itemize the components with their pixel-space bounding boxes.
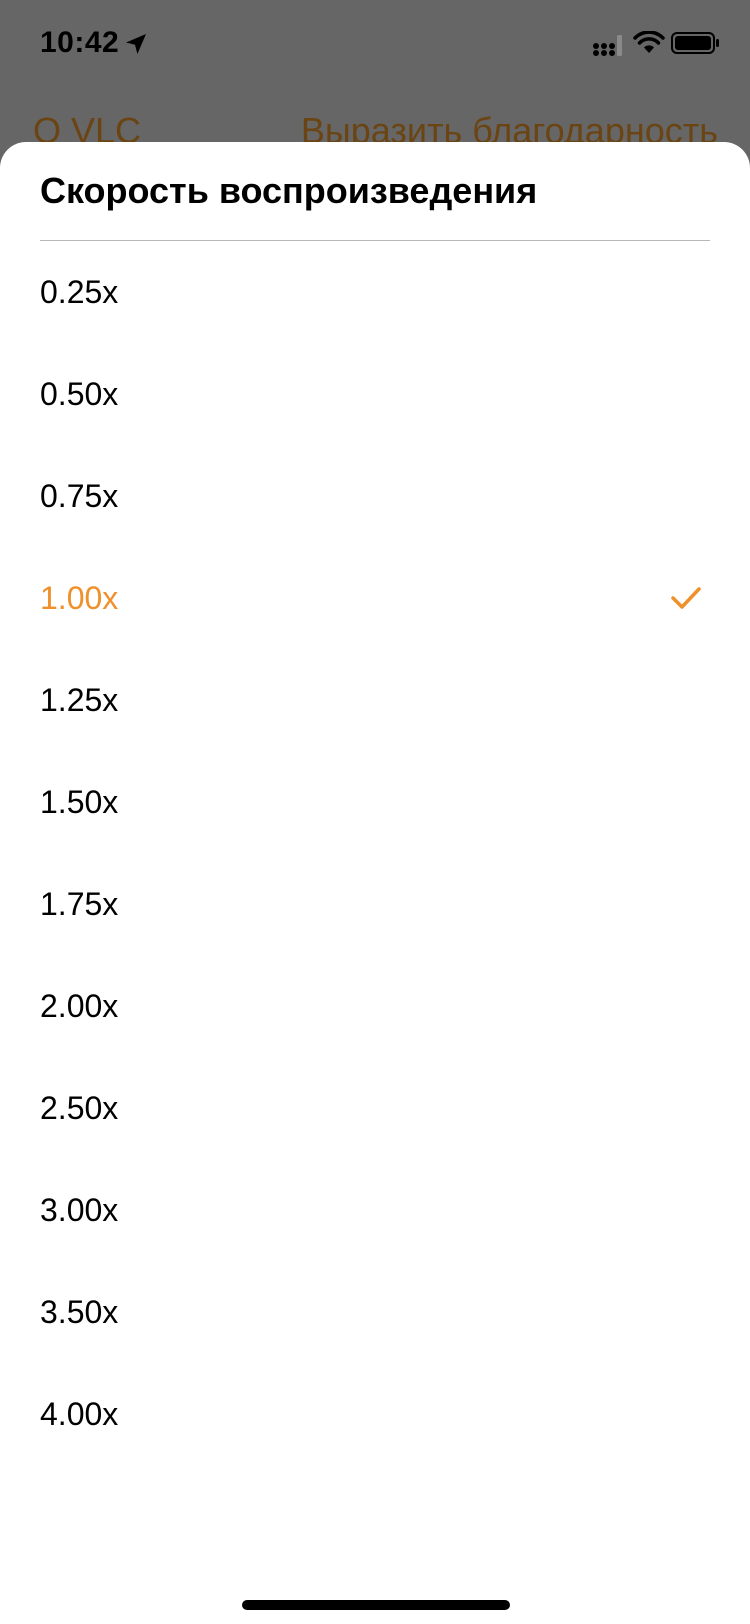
status-time: 10:42 [40, 26, 120, 59]
battery-icon [671, 32, 719, 54]
playback-speed-sheet: Скорость воспроизведения 0.25x 0.50x 0.7… [0, 142, 750, 1624]
speed-option-label: 3.00x [40, 1192, 119, 1228]
speed-option-label: 4.00x [40, 1396, 119, 1432]
speed-option-label: 1.25x [40, 682, 119, 718]
speed-option-label: 3.50x [40, 1294, 119, 1330]
cellular-signal-icon [593, 35, 622, 56]
checkmark-icon [671, 587, 701, 609]
speed-option[interactable]: 4.00x [0, 1364, 750, 1466]
speed-option-label: 1.75x [40, 886, 119, 922]
speed-option[interactable]: 1.75x [0, 854, 750, 956]
speed-options-list: 0.25x 0.50x 0.75x 1.00x 1.25x 1.50x 1.75… [0, 242, 750, 1466]
speed-option-label: 1.00x [40, 580, 119, 616]
speed-option[interactable]: 2.00x [0, 956, 750, 1058]
speed-option-label: 0.25x [40, 274, 119, 310]
sheet-title: Скорость воспроизведения [40, 170, 538, 211]
speed-option[interactable]: 1.50x [0, 752, 750, 854]
speed-option-label: 2.00x [40, 988, 119, 1024]
speed-option[interactable]: 1.25x [0, 650, 750, 752]
wifi-icon [633, 31, 665, 53]
speed-option-label: 2.50x [40, 1090, 119, 1126]
location-arrow-icon [126, 34, 146, 54]
home-indicator[interactable] [242, 1600, 510, 1610]
speed-option-label: 1.50x [40, 784, 119, 820]
status-bar: 10:42 [0, 0, 750, 90]
speed-option[interactable]: 0.50x [0, 344, 750, 446]
speed-option[interactable]: 1.00x [0, 548, 750, 650]
speed-option-label: 0.50x [40, 376, 119, 412]
speed-option[interactable]: 3.00x [0, 1160, 750, 1262]
speed-option[interactable]: 0.75x [0, 446, 750, 548]
speed-option-label: 0.75x [40, 478, 119, 514]
speed-option[interactable]: 2.50x [0, 1058, 750, 1160]
speed-option[interactable]: 0.25x [0, 242, 750, 344]
speed-option[interactable]: 3.50x [0, 1262, 750, 1364]
sheet-divider [40, 240, 710, 241]
